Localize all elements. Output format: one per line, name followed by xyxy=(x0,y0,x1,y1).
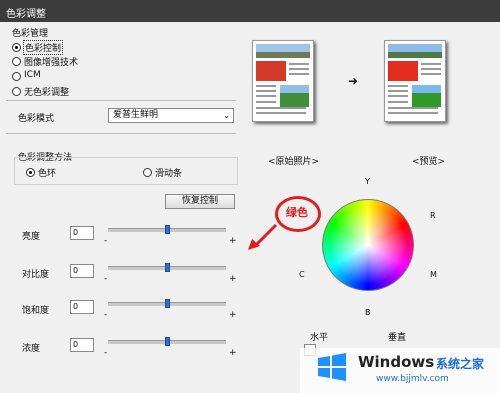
radio-button[interactable] xyxy=(12,87,21,96)
color-mode-label: 色彩模式 xyxy=(18,114,55,124)
color-mode-value: 爱普生鲜明 xyxy=(113,110,159,120)
slider-value-input[interactable]: 0 xyxy=(70,300,94,314)
slider-minus: - xyxy=(104,236,108,246)
wheel-label-y: Y xyxy=(365,177,370,186)
radio-label: 色彩控制 xyxy=(22,40,64,55)
radio-label: 图像增强技术 xyxy=(24,58,79,68)
arrow-icon: ➜ xyxy=(348,74,359,88)
annotation-label: 绿色 xyxy=(286,206,308,219)
slider-plus: + xyxy=(229,310,237,320)
slider-minus: - xyxy=(104,274,108,284)
windows-logo-icon xyxy=(318,353,346,381)
slider-value-input[interactable]: 0 xyxy=(70,226,94,240)
color-mode-select[interactable]: 爱普生鲜明 ⌄ xyxy=(108,108,234,123)
radio-button[interactable] xyxy=(12,72,21,81)
watermark-brand: Windows xyxy=(358,353,435,371)
annotation-arrow-icon xyxy=(248,223,278,250)
preview-thumbnail xyxy=(384,40,446,122)
original-photo-image xyxy=(256,44,310,114)
radio-button[interactable] xyxy=(143,168,152,177)
chevron-down-icon: ⌄ xyxy=(223,111,230,120)
wheel-label-m: M xyxy=(430,270,437,279)
restore-control-button[interactable]: 恢复控制 xyxy=(165,194,235,209)
radio-label: 色环 xyxy=(38,169,57,179)
radio-button[interactable] xyxy=(12,57,21,66)
divider xyxy=(6,100,236,101)
watermark-site-cn: 系统之家 xyxy=(436,357,485,371)
slider-minus: - xyxy=(104,310,108,320)
radio-label: 无色彩调整 xyxy=(24,88,70,98)
slider-plus: + xyxy=(229,348,237,358)
watermark: Windows 系统之家 www.bjjmlv.com xyxy=(300,348,500,393)
slider-label: 对比度 xyxy=(22,270,50,280)
preview-image xyxy=(388,44,442,114)
radio-label: ICM xyxy=(24,70,41,80)
slider-value-input[interactable]: 0 xyxy=(70,264,94,278)
wheel-label-r: R xyxy=(430,211,436,220)
preview-label: <预览> xyxy=(412,157,446,167)
color-management-label: 色彩管理 xyxy=(12,29,49,39)
radio-button[interactable] xyxy=(26,168,35,177)
radio-button[interactable] xyxy=(12,43,21,52)
slider-thumb[interactable] xyxy=(165,225,170,234)
slider-thumb[interactable] xyxy=(165,337,170,346)
title-bar: 色彩调整 xyxy=(0,0,500,22)
vertical-label: 垂直 xyxy=(388,333,407,343)
slider-thumb[interactable] xyxy=(165,263,170,272)
slider-plus: + xyxy=(229,236,237,246)
slider-label: 浓度 xyxy=(22,344,41,354)
horizontal-label: 水平 xyxy=(310,333,329,343)
slider-value-input[interactable]: 0 xyxy=(70,338,94,352)
slider-minus: - xyxy=(104,348,108,358)
slider-label: 亮度 xyxy=(22,232,41,242)
original-photo-label: <原始照片> xyxy=(268,157,320,167)
original-photo-thumbnail xyxy=(252,40,314,122)
slider-thumb[interactable] xyxy=(165,299,170,308)
watermark-url: www.bjjmlv.com xyxy=(376,374,449,384)
divider xyxy=(6,133,236,134)
window-title: 色彩调整 xyxy=(6,9,46,20)
slider-plus: + xyxy=(229,274,237,284)
radio-label: 滑动条 xyxy=(155,169,183,179)
slider-label: 饱和度 xyxy=(22,306,50,316)
wheel-label-b: B xyxy=(365,308,371,317)
wheel-label-c: C xyxy=(299,270,305,279)
color-wheel-center xyxy=(366,243,369,246)
